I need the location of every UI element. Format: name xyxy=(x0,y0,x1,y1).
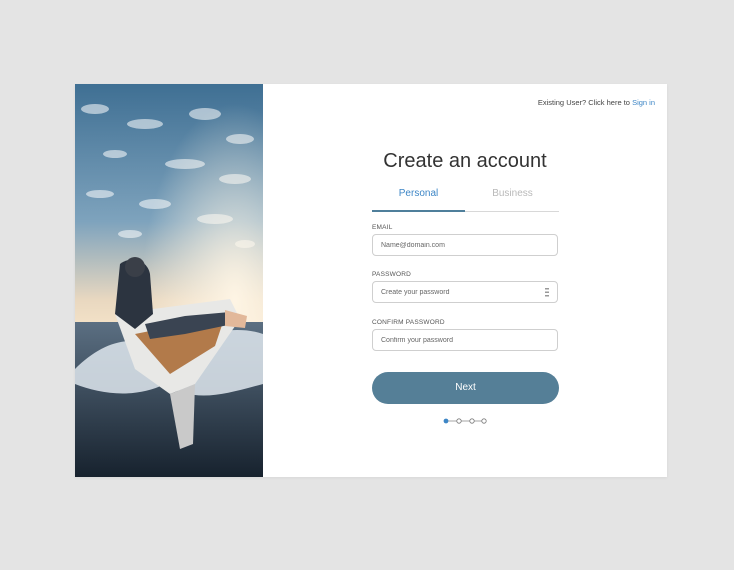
active-tab-indicator xyxy=(372,210,465,212)
step-dot-2 xyxy=(456,418,462,424)
signup-card: Existing User? Click here to Sign in Cre… xyxy=(75,84,667,477)
existing-user-text: Existing User? Click here to xyxy=(537,98,630,107)
tab-personal[interactable]: Personal xyxy=(372,188,465,199)
email-label: EMAIL xyxy=(372,224,393,231)
step-dot-4 xyxy=(481,418,487,424)
step-progress-indicator xyxy=(443,418,487,424)
email-field-box xyxy=(372,234,558,256)
tab-business[interactable]: Business xyxy=(466,188,559,199)
page-title: Create an account xyxy=(383,150,547,172)
next-button[interactable]: Next xyxy=(372,372,559,404)
existing-user-prompt: Existing User? Click here to Sign in xyxy=(538,98,655,107)
speedboat-photo xyxy=(75,84,263,477)
step-dot-1 xyxy=(443,418,449,424)
confirm-password-label: CONFIRM PASSWORD xyxy=(372,319,445,326)
password-field[interactable] xyxy=(381,282,541,302)
sign-in-link[interactable]: Sign in xyxy=(632,98,655,107)
confirm-password-field-box xyxy=(372,329,558,351)
email-field[interactable] xyxy=(381,235,541,255)
hero-photo xyxy=(75,84,263,477)
confirm-password-field[interactable] xyxy=(381,330,541,350)
account-type-tabs: Personal Business xyxy=(372,184,559,212)
password-field-box xyxy=(372,281,558,303)
signup-panel: Existing User? Click here to Sign in Cre… xyxy=(263,84,667,477)
password-label: PASSWORD xyxy=(372,271,412,278)
step-dot-3 xyxy=(469,418,475,424)
password-menu-icon[interactable] xyxy=(545,288,549,297)
